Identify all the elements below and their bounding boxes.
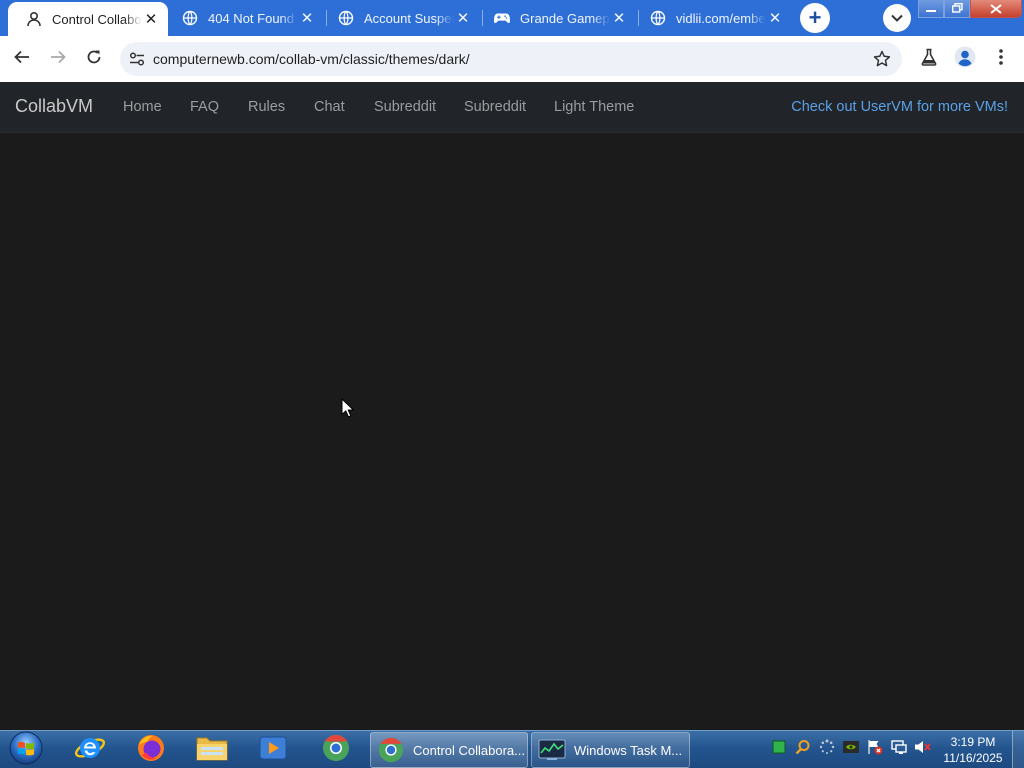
minimize-icon	[926, 2, 936, 16]
nav-subreddit[interactable]: Subreddit	[374, 99, 436, 115]
taskbar-pin-firefox[interactable]	[129, 733, 173, 767]
task-label: Windows Task M...	[574, 742, 683, 758]
browser-menu-button[interactable]	[990, 48, 1012, 70]
new-tab-button[interactable]: +	[800, 3, 830, 33]
back-button[interactable]	[8, 45, 36, 73]
windows-taskbar: Control Collabora... Windows Task M... 3…	[0, 730, 1024, 768]
nav-chat[interactable]: Chat	[314, 99, 345, 115]
collabvm-icon	[26, 11, 42, 27]
task-manager-icon	[538, 736, 566, 764]
tab-close-icon[interactable]: ✕	[610, 9, 628, 27]
site-brand[interactable]: CollabVM	[15, 96, 93, 117]
nav-rules[interactable]: Rules	[248, 99, 285, 115]
tray-action-center-button[interactable]	[866, 739, 884, 760]
spinner-icon	[819, 739, 835, 760]
arrow-left-icon	[14, 49, 30, 70]
globe-icon	[182, 10, 198, 26]
tray-gpu-icon-button[interactable]	[842, 740, 860, 758]
show-desktop-button[interactable]	[1012, 731, 1024, 768]
volume-muted-icon	[914, 739, 932, 760]
windows-orb-icon	[8, 731, 44, 768]
globe-icon	[338, 10, 354, 26]
url-text: computernewb.com/collab-vm/classic/theme…	[153, 51, 470, 67]
taskbar-pin-file-explorer[interactable]	[190, 733, 234, 767]
nav-home[interactable]: Home	[123, 99, 162, 115]
reload-button[interactable]	[80, 45, 108, 73]
browser-toolbar: computernewb.com/collab-vm/classic/theme…	[0, 36, 1024, 82]
clock-date: 11/16/2025	[943, 751, 1003, 765]
bookmark-star-icon[interactable]	[872, 49, 892, 69]
tray-network-button[interactable]	[890, 739, 908, 760]
address-bar[interactable]: computernewb.com/collab-vm/classic/theme…	[120, 42, 902, 76]
profile-avatar-icon	[954, 46, 976, 73]
tab-404-not-found[interactable]: 404 Not Found ✕	[164, 0, 324, 36]
taskbar-clock[interactable]: 3:19 PM 11/16/2025	[936, 734, 1010, 766]
firefox-icon	[136, 733, 166, 768]
chrome-icon	[321, 733, 351, 768]
nvidia-icon	[843, 740, 859, 759]
tab-title: Account Suspended	[364, 10, 454, 26]
forward-button[interactable]	[44, 45, 72, 73]
tab-grande-gameplay[interactable]: Grande Gameplay ✕	[476, 0, 636, 36]
tray-loading-icon-button[interactable]	[818, 739, 836, 760]
tab-strip: Control Collaborative Virtual Machines! …	[0, 0, 1024, 36]
arrow-right-icon	[50, 49, 66, 70]
tab-vidlii-embed[interactable]: vidlii.com/embed ✕	[632, 0, 792, 36]
taskbar-pin-media-player[interactable]	[251, 733, 295, 767]
tab-title: Grande Gameplay	[520, 10, 610, 26]
screen: Control Collaborative Virtual Machines! …	[0, 0, 1024, 768]
start-button[interactable]	[6, 731, 46, 768]
nav-light-theme[interactable]: Light Theme	[554, 99, 634, 115]
folder-icon	[195, 734, 229, 767]
site-navbar: CollabVM Home FAQ Rules Chat Subreddit S…	[0, 82, 1024, 133]
tab-search-button[interactable]	[883, 4, 911, 32]
clock-time: 3:19 PM	[950, 735, 996, 749]
taskbar-task-browser[interactable]: Control Collabora...	[370, 732, 528, 768]
browser-icon	[377, 736, 405, 764]
flag-error-icon	[867, 739, 883, 760]
tray-app-icon[interactable]	[770, 740, 788, 758]
reload-icon	[86, 49, 102, 70]
task-label: Control Collabora...	[413, 742, 525, 758]
taskbar-pin-browser[interactable]	[314, 733, 358, 767]
window-minimize-button[interactable]	[918, 0, 944, 18]
tab-account-suspended[interactable]: Account Suspended ✕	[320, 0, 480, 36]
site-info-icon[interactable]	[128, 50, 146, 68]
tab-close-icon[interactable]: ✕	[766, 9, 784, 27]
restore-icon	[951, 2, 963, 16]
tab-close-icon[interactable]: ✕	[454, 9, 472, 27]
tab-title: 404 Not Found	[208, 10, 295, 26]
green-square-icon	[772, 740, 786, 759]
uservm-promo-link[interactable]: Check out UserVM for more VMs!	[791, 99, 1008, 115]
window-restore-button[interactable]	[944, 0, 970, 18]
mouse-cursor-icon	[341, 398, 354, 423]
network-icon	[891, 739, 907, 760]
media-player-icon	[258, 734, 288, 767]
web-page: CollabVM Home FAQ Rules Chat Subreddit S…	[0, 82, 1024, 730]
close-icon	[990, 1, 1002, 17]
gamepad-icon	[494, 10, 510, 26]
tab-title: Control Collaborative Virtual Machines!	[52, 11, 142, 27]
tab-title: vidlii.com/embed	[676, 10, 766, 26]
more-vertical-icon	[999, 48, 1003, 70]
nav-faq[interactable]: FAQ	[190, 99, 219, 115]
taskbar-task-task-manager[interactable]: Windows Task M...	[531, 732, 690, 768]
internet-explorer-icon	[74, 733, 106, 768]
tray-volume-button[interactable]	[914, 740, 932, 758]
taskbar-pin-internet-explorer[interactable]	[68, 733, 112, 767]
window-close-button[interactable]	[970, 0, 1022, 18]
tab-control-collaborative[interactable]: Control Collaborative Virtual Machines! …	[8, 2, 168, 36]
tab-close-icon[interactable]: ✕	[142, 10, 160, 28]
tray-search-icon-button[interactable]	[794, 739, 812, 760]
profile-button[interactable]	[954, 46, 976, 73]
magnifier-icon	[795, 739, 811, 760]
nav-subreddit-2[interactable]: Subreddit	[464, 99, 526, 115]
chevron-down-icon	[891, 9, 903, 27]
globe-icon	[650, 10, 666, 26]
tab-close-icon[interactable]: ✕	[298, 9, 316, 27]
flask-icon	[920, 48, 938, 71]
labs-button[interactable]	[918, 48, 940, 70]
